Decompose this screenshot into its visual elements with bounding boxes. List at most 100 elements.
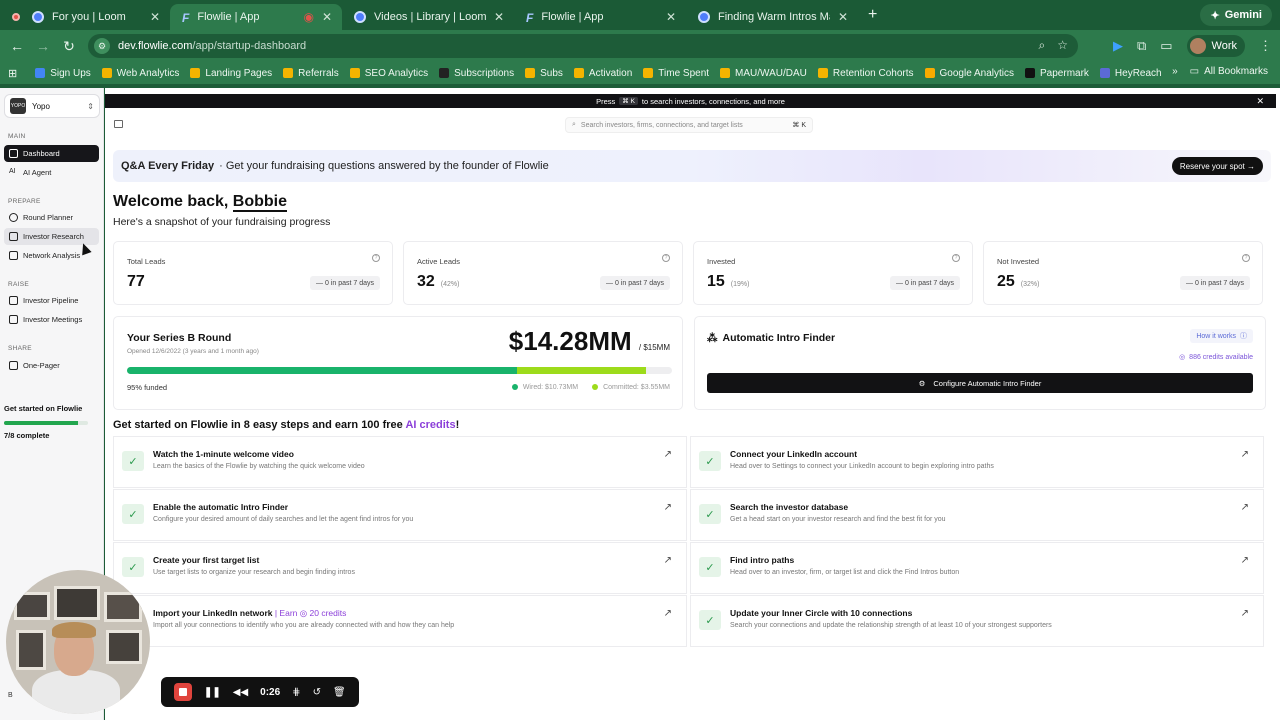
close-icon[interactable]: ✕ [494, 10, 504, 24]
help-icon[interactable]: ? [952, 254, 960, 262]
reserve-spot-button[interactable]: Reserve your spot → [1171, 157, 1263, 175]
wired-fill [127, 367, 517, 374]
browser-tab[interactable]: Videos | Library | Loom ✕ [342, 4, 514, 30]
external-link-icon[interactable]: ↗ [664, 555, 672, 566]
bookmark-item[interactable]: Web Analytics [101, 68, 179, 79]
site-info-icon[interactable]: ⚙ [94, 38, 110, 54]
zoom-icon[interactable]: ⌕ [1039, 38, 1046, 53]
reload-button[interactable]: ↻ [56, 38, 82, 55]
stop-recording-button[interactable] [174, 683, 192, 701]
more-menu-icon[interactable]: ⋮ [1259, 38, 1272, 54]
close-icon[interactable]: ✕ [666, 10, 676, 24]
sidebar-item-round-planner[interactable]: Round Planner [4, 209, 99, 226]
stat-value: 25 (32%) [997, 273, 1039, 291]
sidebar-item-label: AI Agent [23, 168, 52, 177]
all-bookmarks-button[interactable]: ▭ All Bookmarks [1190, 66, 1268, 77]
bookmark-item[interactable]: Landing Pages [190, 68, 272, 79]
onboarding-step[interactable]: Import your LinkedIn network | Earn ◎ 20… [113, 595, 687, 647]
external-link-icon[interactable]: ↗ [664, 449, 672, 460]
close-icon[interactable]: ✕ [322, 10, 332, 24]
rewind-icon[interactable]: ◀◀ [233, 687, 248, 698]
bookmark-item[interactable]: SEO Analytics [349, 68, 428, 79]
steps-heading-text: Get started on Flowlie in 8 easy steps a… [113, 419, 403, 431]
forward-button[interactable]: → [30, 38, 56, 54]
bookmark-item[interactable]: Google Analytics [924, 68, 1014, 79]
flowlie-icon: F [182, 10, 190, 25]
onboarding-step[interactable]: ✓ Enable the automatic Intro Finder Config… [113, 489, 687, 541]
cast-icon[interactable]: ▭ [1160, 38, 1172, 54]
help-icon[interactable]: ? [662, 254, 670, 262]
step-title-text: Import your LinkedIn network [153, 608, 273, 618]
bookmark-item[interactable]: Subs [525, 68, 563, 79]
bookmark-item[interactable]: Activation [573, 68, 632, 79]
help-icon[interactable]: ? [1242, 254, 1250, 262]
close-icon[interactable]: ✕ [1256, 96, 1264, 107]
gemini-button[interactable]: ✦ Gemini [1200, 4, 1272, 26]
legend-committed: Committed: $3.55MM [592, 384, 670, 391]
sidebar-item-label: Investor Meetings [23, 315, 83, 324]
bookmark-item[interactable]: Subscriptions [439, 68, 514, 79]
external-link-icon[interactable]: ↗ [664, 608, 672, 619]
round-legend: Wired: $10.73MM Committed: $3.55MM [511, 384, 670, 391]
stat-number: 32 [417, 273, 435, 290]
workspace-switcher[interactable]: YOPO Yopo ⇕ [4, 94, 100, 118]
onboarding-step[interactable]: ✓ Search the investor database Get a head … [690, 489, 1264, 541]
external-link-icon[interactable]: ↗ [1241, 555, 1249, 566]
bookmark-item[interactable]: Referrals [283, 68, 339, 79]
external-link-icon[interactable]: ↗ [1241, 449, 1249, 460]
onboarding-step[interactable]: ✓ Find intro paths Head over to an investo… [690, 542, 1264, 594]
browser-tab-active[interactable]: F Flowlie | App ◉ ✕ [170, 3, 342, 30]
bookmark-item[interactable]: Papermark [1025, 68, 1089, 79]
ai-credits-link[interactable]: AI credits [405, 419, 455, 431]
gemini-label: Gemini [1224, 9, 1262, 21]
close-icon[interactable]: ✕ [150, 10, 160, 24]
search-input[interactable]: ⌕ Search investors, firms, connections, … [565, 117, 813, 133]
external-link-icon[interactable]: ↗ [1241, 502, 1249, 513]
external-link-icon[interactable]: ↗ [664, 502, 672, 513]
sidebar-item-investor-pipeline[interactable]: Investor Pipeline [4, 292, 99, 309]
round-raised: $14.28MM [508, 326, 632, 356]
new-tab-button[interactable]: + [868, 6, 877, 24]
browser-tab[interactable]: F Flowlie | App ✕ [514, 4, 686, 30]
sidebar-item-ai-agent[interactable]: AI AI Agent [4, 164, 99, 181]
sidebar-item-investor-meetings[interactable]: Investor Meetings [4, 311, 99, 328]
restart-icon[interactable]: ↺ [313, 687, 321, 698]
how-it-works-button[interactable]: How it works ⓘ [1190, 329, 1253, 343]
webcam-bubble[interactable] [6, 570, 150, 714]
grid-icon[interactable]: ⋕ [292, 687, 300, 698]
help-icon[interactable]: ? [372, 254, 380, 262]
sidebar-toggle-icon[interactable] [114, 120, 123, 128]
external-link-icon[interactable]: ↗ [1241, 608, 1249, 619]
puzzle-icon[interactable]: ⧉ [1137, 38, 1146, 54]
close-icon[interactable]: ✕ [838, 10, 848, 24]
chevron-right-icon[interactable]: » [1172, 66, 1178, 77]
extension-icon[interactable]: ▶ [1113, 38, 1123, 54]
onboarding-step[interactable]: ✓ Connect your LinkedIn account Head over … [690, 436, 1264, 488]
profile-button[interactable]: Work [1186, 35, 1245, 57]
address-bar[interactable]: ⚙ dev.flowlie.com/app/startup-dashboard … [88, 34, 1078, 58]
bookmark-item[interactable]: Retention Cohorts [817, 68, 914, 79]
apps-grid-icon[interactable]: ⊞ [8, 67, 17, 80]
pause-icon[interactable]: ❚❚ [204, 687, 221, 698]
bookmark-item[interactable]: Time Spent [643, 68, 709, 79]
person-body [32, 670, 120, 714]
back-button[interactable]: ← [4, 38, 30, 54]
bookmark-item[interactable]: HeyReach [1099, 68, 1162, 79]
bookmark-star-icon[interactable]: ☆ [1057, 38, 1068, 53]
get-started-title[interactable]: Get started on Flowlie [4, 404, 82, 413]
bookmark-item[interactable]: MAU/WAU/DAU [720, 68, 807, 79]
chevron-up-down-icon: ⇕ [87, 101, 94, 111]
onboarding-step[interactable]: ✓ Create your first target list Use target… [113, 542, 687, 594]
bookmark-item[interactable]: Sign Ups [35, 68, 91, 79]
onboarding-step[interactable]: ✓ Watch the 1-minute welcome video Learn t… [113, 436, 687, 488]
steps-heading: Get started on Flowlie in 8 easy steps a… [113, 419, 459, 431]
user-menu[interactable]: B [8, 692, 13, 699]
browser-tab[interactable]: Finding Warm Intros Manually ✕ [686, 4, 858, 30]
onboarding-step[interactable]: ✓ Update your Inner Circle with 10 connec… [690, 595, 1264, 647]
trash-icon[interactable]: 🗑 [333, 687, 346, 698]
bookmark-icon [525, 68, 536, 78]
browser-tab[interactable]: For you | Loom ✕ [0, 4, 170, 30]
configure-intro-finder-button[interactable]: ⚙ Configure Automatic Intro Finder [707, 373, 1253, 393]
sidebar-item-one-pager[interactable]: One-Pager [4, 357, 99, 374]
sidebar-item-dashboard[interactable]: Dashboard [4, 145, 99, 162]
